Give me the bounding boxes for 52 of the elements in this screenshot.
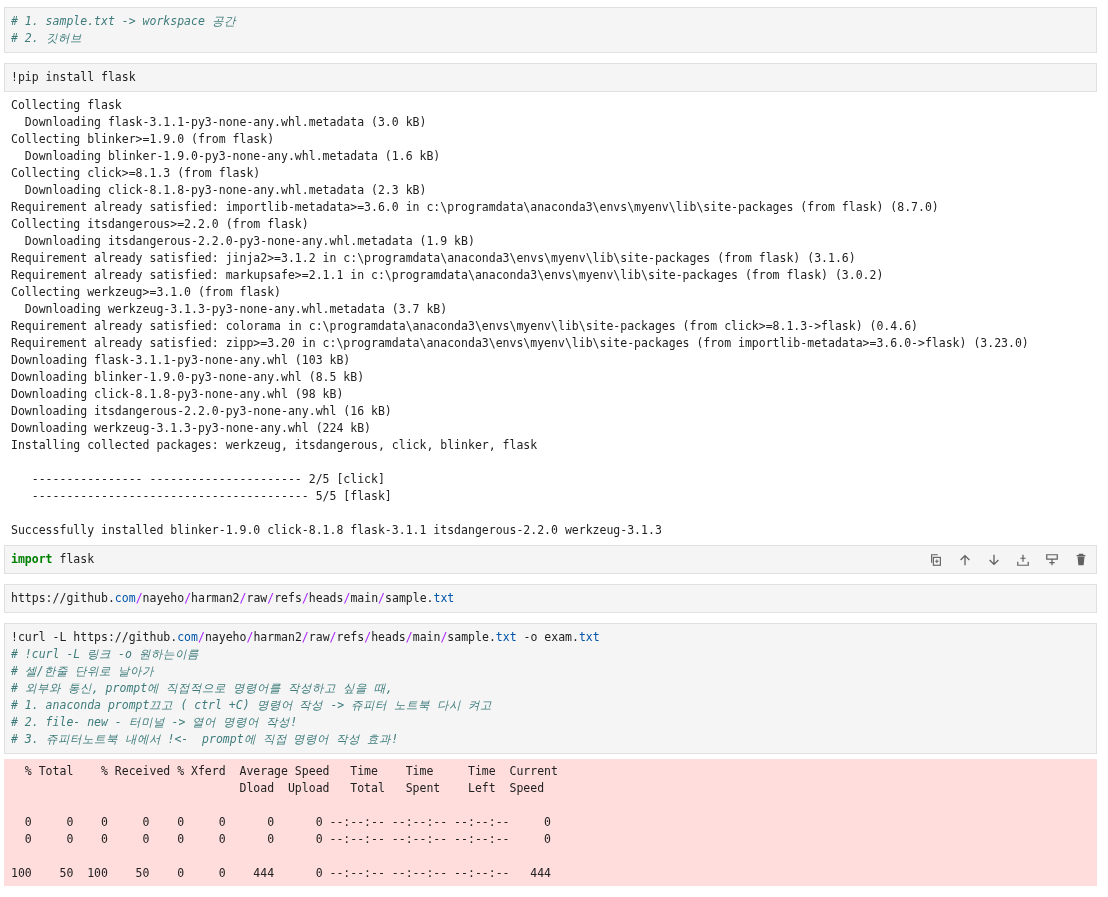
code-line: # 셀/한줄 단위로 날아가 <box>11 663 154 680</box>
code-line: # 1. sample.txt -> workspace 공간 <box>11 13 236 30</box>
output-line: Requirement already satisfied: zipp>=3.20 in c:\programdata\anaconda3\envs\myenv\lib\site-packages (from importlib-metadata>=3.6.0->flask) (3.23.0) <box>11 335 1029 352</box>
output-line: Downloading click-8.1.8-py3-none-any.whl.metadata (2.3 kB) <box>23 182 427 199</box>
code-line: import flask <box>11 551 95 568</box>
arrow-down-icon <box>987 553 1001 567</box>
output-line: Requirement already satisfied: colorama in c:\programdata\anaconda3\envs\myenv\lib\site-packages (from click>=8.1.3->flask) (0.4.6) <box>11 318 918 335</box>
code-line: # 외부와 통신, prompt에 직접적으로 명령어를 작성하고 싶을 때, <box>11 680 393 697</box>
insert-above-icon <box>1016 553 1030 567</box>
output-line: ---------------------------------------- 5/5 [flask] <box>30 488 392 505</box>
code-line: # 3. 쥬피터노트북 내에서 !<- prompt에 직접 명령어 작성 효과! <box>11 731 399 748</box>
output-line: Downloading werkzeug-3.1.3-py3-none-any.whl (224 kB) <box>11 420 372 437</box>
code-line: # 1. anaconda prompt끄고 ( ctrl +C) 명령어 작성 -> 쥬피터 노트북 다시 켜고 <box>11 697 492 714</box>
output-line: Installing collected packages: werkzeug, itsdangerous, click, blinker, flask <box>11 437 538 454</box>
code-cell[interactable]: !pip install flask <box>4 63 1097 92</box>
output-line: % Total % Received % Xferd Average Speed Time Time Time Current <box>23 763 558 780</box>
output-line: Downloading blinker-1.9.0-py3-none-any.whl (8.5 kB) <box>11 369 365 386</box>
output-line: Requirement already satisfied: jinja2>=3.1.2 in c:\programdata\anaconda3\envs\myenv\lib\site-packages (from flask) (3.1.6) <box>11 250 856 267</box>
code-line: https://github.com/nayeho/harman2/raw/refs/heads/main/sample.txt <box>11 590 455 607</box>
copy-icon <box>929 553 943 567</box>
code-cell[interactable] <box>4 623 1097 754</box>
code-line: # !curl -L 링크 -o 원하는이름 <box>11 646 199 663</box>
output-line: Collecting blinker>=1.9.0 (from flask) <box>11 131 275 148</box>
code-cell[interactable]: # 1. sample.txt -> workspace 공간 # 2. 깃허브 <box>4 7 1097 53</box>
output-line: Downloading flask-3.1.1-py3-none-any.whl.metadata (3.0 kB) <box>23 114 427 131</box>
output-line: Collecting werkzeug>=3.1.0 (from flask) <box>11 284 282 301</box>
arrow-up-icon <box>958 553 972 567</box>
code-line: # 2. file- new - 터미널 -> 열어 명령어 작성! <box>11 714 298 731</box>
output-line: Downloading click-8.1.8-py3-none-any.whl (98 kB) <box>11 386 344 403</box>
code-line: !curl -L https://github.com/nayeho/harman2/raw/refs/heads/main/sample.txt -o exam.txt <box>11 629 600 646</box>
output-line: Successfully installed blinker-1.9.0 click-8.1.8 flask-3.1.1 itsdangerous-2.2.0 werkzeug-3.1.3 <box>11 522 662 539</box>
output-line: 0 0 0 0 0 0 0 0 --:--:-- --:--:-- --:--:-- 0 <box>23 831 552 848</box>
output-line: Requirement already satisfied: markupsafe>=2.1.1 in c:\programdata\anaconda3\envs\myenv\lib\site-packages (from flask) (3.0.2) <box>11 267 884 284</box>
insert-below-icon <box>1045 553 1059 567</box>
output-line: Downloading werkzeug-3.1.3-py3-none-any.whl.metadata (3.7 kB) <box>23 301 448 318</box>
output-line: Dload Upload Total Spent Left Speed <box>238 780 545 797</box>
code-cell[interactable]: https://github.com/nayeho/harman2/raw/refs/heads/main/sample.txt <box>4 584 1097 613</box>
output-line: Collecting click>=8.1.3 (from flask) <box>11 165 261 182</box>
output-line: Downloading blinker-1.9.0-py3-none-any.whl.metadata (1.6 kB) <box>23 148 441 165</box>
output-line: Collecting itsdangerous>=2.2.0 (from flask) <box>11 216 309 233</box>
output-line: Downloading itsdangerous-2.2.0-py3-none-any.whl (16 kB) <box>11 403 392 420</box>
output-line: Requirement already satisfied: importlib-metadata>=3.6.0 in c:\programdata\anaconda3\envs\myenv\lib\site-packages (from flask) (8.7.0) <box>11 199 939 216</box>
output-line: Downloading itsdangerous-2.2.0-py3-none-any.whl.metadata (1.9 kB) <box>23 233 475 250</box>
output-line: ---------------- ---------------------- 2/5 [click] <box>30 471 385 488</box>
code-line: # 2. 깃허브 <box>11 30 82 47</box>
output-line: 0 0 0 0 0 0 0 0 --:--:-- --:--:-- --:--:-- 0 <box>23 814 552 831</box>
output-line: Downloading flask-3.1.1-py3-none-any.whl (103 kB) <box>11 352 351 369</box>
delete-icon <box>1074 553 1088 567</box>
output-line: 100 50 100 50 0 0 444 0 --:--:-- --:--:-- --:--:-- 444 <box>11 865 552 882</box>
output-line: Collecting flask <box>11 97 122 114</box>
code-cell[interactable]: import flask <box>4 545 1097 574</box>
code-line: !pip install flask <box>11 69 136 86</box>
